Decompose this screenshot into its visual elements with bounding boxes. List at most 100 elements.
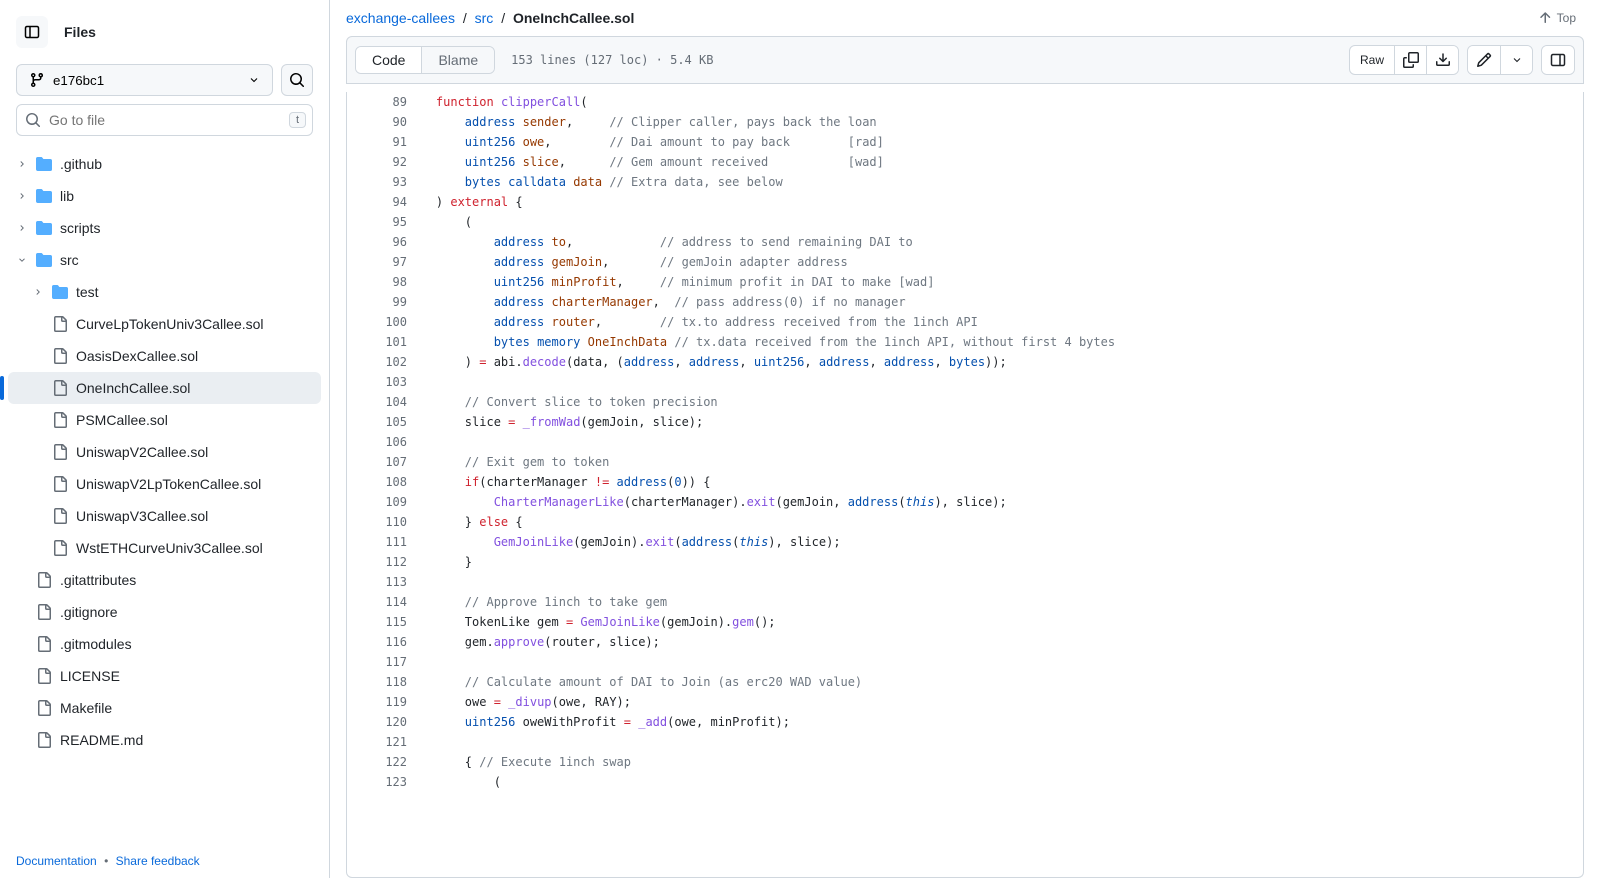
tree-file[interactable]: .gitmodules xyxy=(8,628,321,660)
tab-blame[interactable]: Blame xyxy=(421,47,494,73)
code-line[interactable] xyxy=(407,732,1583,752)
file-search-input-wrap[interactable]: t xyxy=(16,104,313,136)
tree-file[interactable]: PSMCallee.sol xyxy=(8,404,321,436)
tree-file[interactable]: WstETHCurveUniv3Callee.sol xyxy=(8,532,321,564)
code-line[interactable]: address charterManager, // pass address(… xyxy=(407,292,1583,312)
code-line[interactable] xyxy=(407,572,1583,592)
line-number[interactable]: 95 xyxy=(347,212,407,232)
line-number[interactable]: 104 xyxy=(347,392,407,412)
code-line[interactable]: // Approve 1inch to take gem xyxy=(407,592,1583,612)
line-number[interactable]: 109 xyxy=(347,492,407,512)
branch-select[interactable]: e176bc1 xyxy=(16,64,273,96)
code-line[interactable]: gem.approve(router, slice); xyxy=(407,632,1583,652)
line-number[interactable]: 94 xyxy=(347,192,407,212)
line-number[interactable]: 91 xyxy=(347,132,407,152)
line-number[interactable]: 105 xyxy=(347,412,407,432)
code-line[interactable]: // Convert slice to token precision xyxy=(407,392,1583,412)
code-line[interactable]: // Calculate amount of DAI to Join (as e… xyxy=(407,672,1583,692)
code-line[interactable]: ) external { xyxy=(407,192,1583,212)
line-number[interactable]: 113 xyxy=(347,572,407,592)
raw-button[interactable]: Raw xyxy=(1350,46,1394,74)
line-number[interactable]: 92 xyxy=(347,152,407,172)
share-feedback-link[interactable]: Share feedback xyxy=(116,854,200,868)
code-line[interactable] xyxy=(407,432,1583,452)
line-number[interactable]: 120 xyxy=(347,712,407,732)
line-number[interactable]: 97 xyxy=(347,252,407,272)
line-number[interactable]: 102 xyxy=(347,352,407,372)
code-line[interactable]: address sender, // Clipper caller, pays … xyxy=(407,112,1583,132)
line-number[interactable]: 116 xyxy=(347,632,407,652)
code-line[interactable]: uint256 oweWithProfit = _add(owe, minPro… xyxy=(407,712,1583,732)
edit-dropdown-button[interactable] xyxy=(1500,46,1532,74)
tree-file[interactable]: UniswapV2Callee.sol xyxy=(8,436,321,468)
code-line[interactable]: bytes memory OneInchData // tx.data rece… xyxy=(407,332,1583,352)
code-line[interactable]: slice = _fromWad(gemJoin, slice); xyxy=(407,412,1583,432)
code-line[interactable]: if(charterManager != address(0)) { xyxy=(407,472,1583,492)
tree-file[interactable]: OasisDexCallee.sol xyxy=(8,340,321,372)
tree-folder[interactable]: test xyxy=(8,276,321,308)
documentation-link[interactable]: Documentation xyxy=(16,854,97,868)
line-number[interactable]: 122 xyxy=(347,752,407,772)
symbols-button[interactable] xyxy=(1542,46,1574,74)
copy-button[interactable] xyxy=(1394,46,1426,74)
code-line[interactable]: address gemJoin, // gemJoin adapter addr… xyxy=(407,252,1583,272)
tree-file[interactable]: UniswapV2LpTokenCallee.sol xyxy=(8,468,321,500)
code-line[interactable]: { // Execute 1inch swap xyxy=(407,752,1583,772)
code-line[interactable]: CharterManagerLike(charterManager).exit(… xyxy=(407,492,1583,512)
line-number[interactable]: 112 xyxy=(347,552,407,572)
line-number[interactable]: 100 xyxy=(347,312,407,332)
search-commits-button[interactable] xyxy=(281,64,313,96)
line-number[interactable]: 107 xyxy=(347,452,407,472)
file-search-input[interactable] xyxy=(49,112,304,128)
tree-folder[interactable]: .github xyxy=(8,148,321,180)
line-number[interactable]: 93 xyxy=(347,172,407,192)
code-line[interactable]: address to, // address to send remaining… xyxy=(407,232,1583,252)
code-line[interactable]: owe = _divup(owe, RAY); xyxy=(407,692,1583,712)
line-number[interactable]: 119 xyxy=(347,692,407,712)
code-line[interactable]: uint256 slice, // Gem amount received [w… xyxy=(407,152,1583,172)
breadcrumb-root[interactable]: exchange-callees xyxy=(346,10,455,26)
line-number[interactable]: 110 xyxy=(347,512,407,532)
code-line[interactable] xyxy=(407,652,1583,672)
code-line[interactable]: uint256 minProfit, // minimum profit in … xyxy=(407,272,1583,292)
tree-file[interactable]: .gitattributes xyxy=(8,564,321,596)
code-line[interactable]: ( xyxy=(407,772,1583,792)
line-number[interactable]: 89 xyxy=(347,92,407,112)
code-line[interactable]: // Exit gem to token xyxy=(407,452,1583,472)
code-line[interactable]: } else { xyxy=(407,512,1583,532)
scroll-top-button[interactable]: Top xyxy=(1537,10,1576,26)
code-line[interactable]: } xyxy=(407,552,1583,572)
line-number[interactable]: 121 xyxy=(347,732,407,752)
code-line[interactable]: address router, // tx.to address receive… xyxy=(407,312,1583,332)
code-line[interactable] xyxy=(407,372,1583,392)
tree-file[interactable]: OneInchCallee.sol xyxy=(8,372,321,404)
edit-button[interactable] xyxy=(1468,46,1500,74)
line-number[interactable]: 123 xyxy=(347,772,407,792)
tree-file[interactable]: .gitignore xyxy=(8,596,321,628)
line-number[interactable]: 103 xyxy=(347,372,407,392)
tree-folder[interactable]: lib xyxy=(8,180,321,212)
tab-code[interactable]: Code xyxy=(356,47,421,73)
line-number[interactable]: 90 xyxy=(347,112,407,132)
line-number[interactable]: 101 xyxy=(347,332,407,352)
line-number[interactable]: 106 xyxy=(347,432,407,452)
collapse-sidebar-button[interactable] xyxy=(16,16,48,48)
line-number[interactable]: 96 xyxy=(347,232,407,252)
tree-file[interactable]: Makefile xyxy=(8,692,321,724)
line-number[interactable]: 117 xyxy=(347,652,407,672)
code-line[interactable]: bytes calldata data // Extra data, see b… xyxy=(407,172,1583,192)
breadcrumb-part[interactable]: src xyxy=(475,10,494,26)
code-line[interactable]: TokenLike gem = GemJoinLike(gemJoin).gem… xyxy=(407,612,1583,632)
line-number[interactable]: 98 xyxy=(347,272,407,292)
code-line[interactable]: ) = abi.decode(data, (address, address, … xyxy=(407,352,1583,372)
code-view[interactable]: 89 function clipperCall(90 address sende… xyxy=(346,92,1584,878)
line-number[interactable]: 118 xyxy=(347,672,407,692)
line-number[interactable]: 108 xyxy=(347,472,407,492)
tree-file[interactable]: UniswapV3Callee.sol xyxy=(8,500,321,532)
line-number[interactable]: 99 xyxy=(347,292,407,312)
tree-file[interactable]: LICENSE xyxy=(8,660,321,692)
line-number[interactable]: 111 xyxy=(347,532,407,552)
line-number[interactable]: 115 xyxy=(347,612,407,632)
code-line[interactable]: GemJoinLike(gemJoin).exit(address(this),… xyxy=(407,532,1583,552)
tree-file[interactable]: CurveLpTokenUniv3Callee.sol xyxy=(8,308,321,340)
